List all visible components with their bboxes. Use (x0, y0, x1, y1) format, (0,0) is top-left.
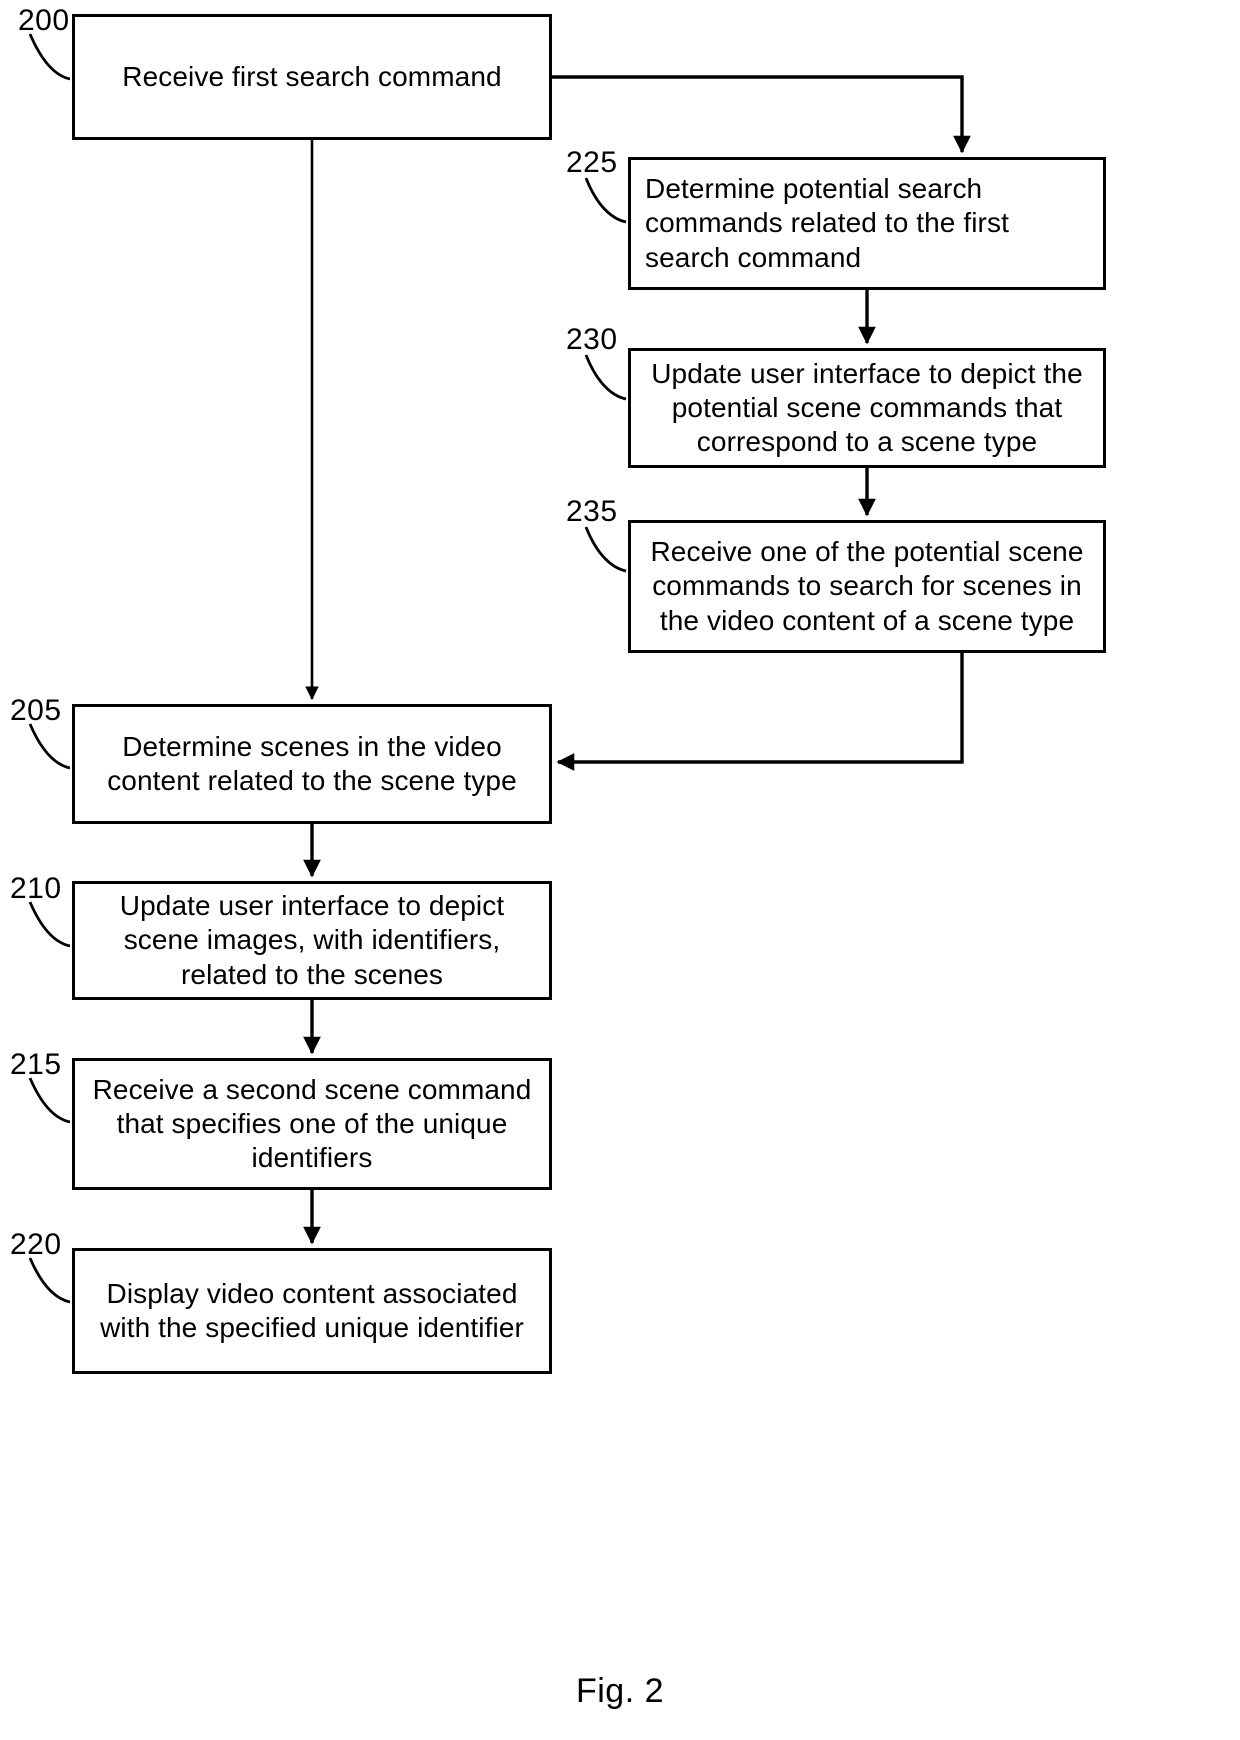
ref-leader-210 (28, 901, 71, 948)
connector-235-to-205 (556, 653, 964, 771)
node-225: Determine potential search commands rela… (628, 157, 1106, 290)
node-215-label: Receive a second scene command that spec… (92, 1073, 532, 1174)
ref-leader-220 (28, 1257, 71, 1304)
node-230-label: Update user interface to depict the pote… (651, 357, 1083, 458)
ref-leader-235 (584, 526, 627, 573)
node-220: Display video content associated with th… (72, 1248, 552, 1374)
node-205: Determine scenes in the video content re… (72, 704, 552, 824)
ref-label-220: 220 (10, 1228, 62, 1261)
patent-figure-page: Receive first search command Determine p… (0, 0, 1240, 1740)
node-235: Receive one of the potential scene comma… (628, 520, 1106, 653)
ref-leader-230 (584, 354, 627, 401)
ref-leader-225 (584, 177, 627, 224)
ref-label-225: 225 (566, 146, 618, 179)
node-210: Update user interface to depict scene im… (72, 881, 552, 1000)
ref-leader-200 (28, 33, 71, 81)
figure-caption: Fig. 2 (575, 1672, 665, 1710)
ref-label-215: 215 (10, 1048, 62, 1081)
ref-leader-215 (28, 1077, 71, 1124)
node-235-label: Receive one of the potential scene comma… (650, 536, 1084, 636)
node-225-label: Determine potential search commands rela… (645, 173, 1009, 273)
node-210-label: Update user interface to depict scene im… (119, 890, 505, 990)
node-220-label: Display video content associated with th… (100, 1277, 524, 1343)
ref-leader-205 (28, 723, 71, 770)
ref-label-235: 235 (566, 495, 618, 528)
node-205-label: Determine scenes in the video content re… (107, 730, 517, 796)
ref-label-230: 230 (566, 323, 618, 356)
node-200-label: Receive first search command (122, 60, 502, 92)
ref-label-205: 205 (10, 694, 62, 727)
node-215: Receive a second scene command that spec… (72, 1058, 552, 1190)
connector-200-to-225 (552, 75, 971, 154)
node-200: Receive first search command (72, 14, 552, 140)
ref-label-200: 200 (18, 4, 70, 37)
node-230: Update user interface to depict the pote… (628, 348, 1106, 468)
ref-label-210: 210 (10, 872, 62, 905)
